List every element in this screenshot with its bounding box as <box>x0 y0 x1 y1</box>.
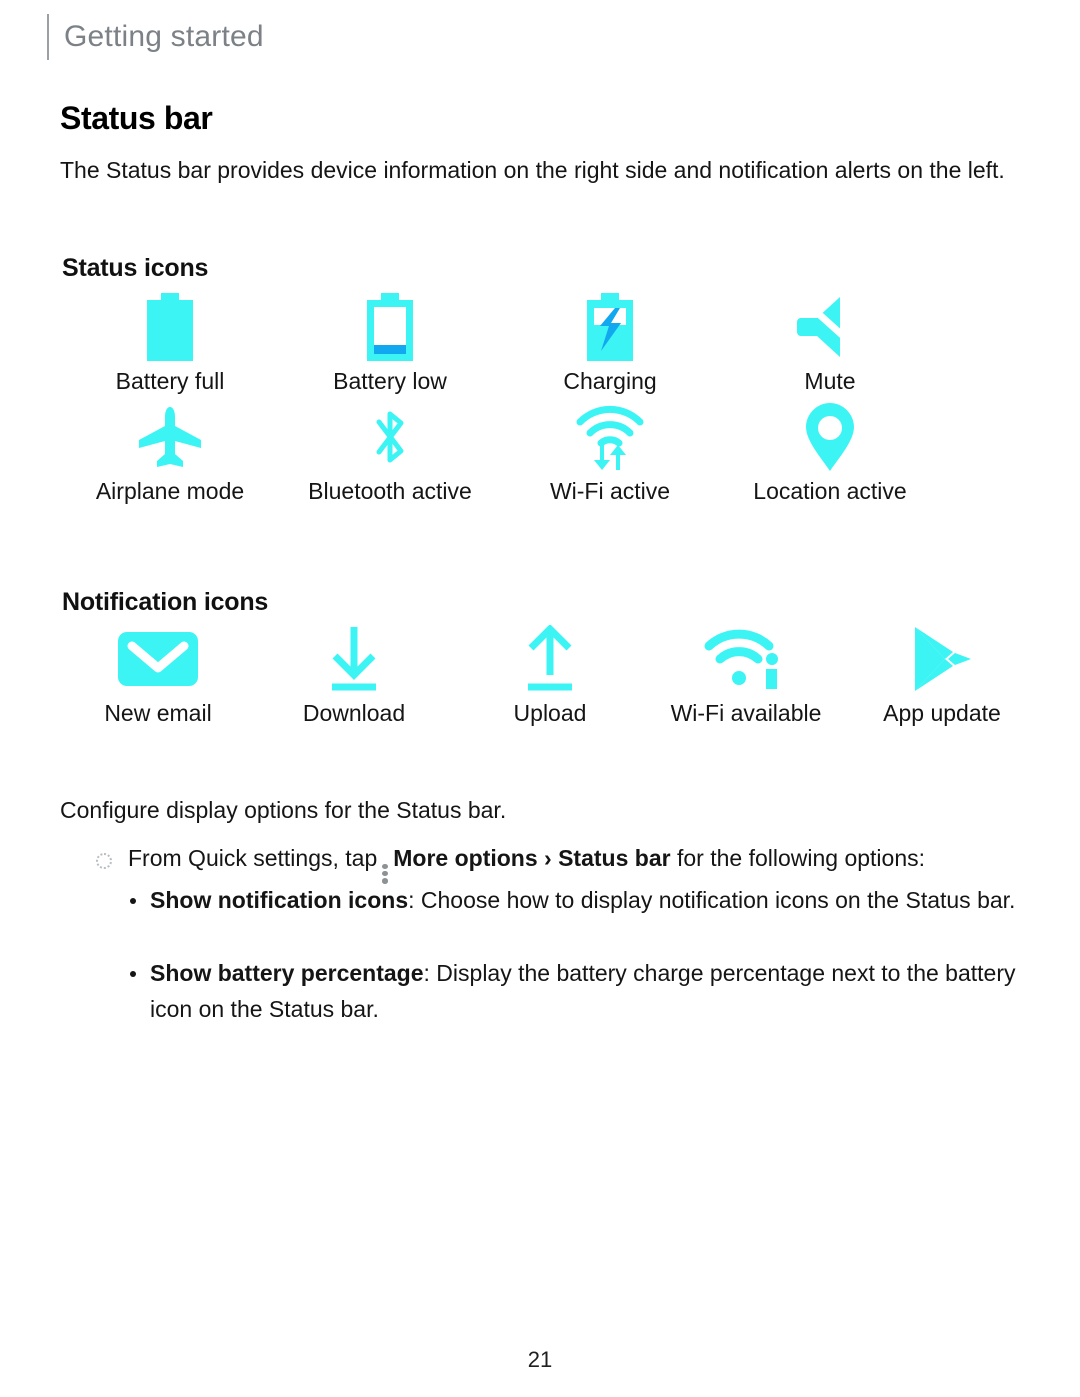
new-email-icon <box>116 622 200 696</box>
status-icon-item-charging: Charging <box>500 290 720 396</box>
notification-icon-item-upload: Upload <box>452 622 648 728</box>
running-header: Getting started <box>47 14 264 60</box>
location-icon <box>802 400 858 474</box>
quick-settings-lead: From Quick settings, tap <box>128 845 378 871</box>
notification-icon-item-wifi-available: Wi-Fi available <box>648 622 844 728</box>
option-term: Show notification icons <box>150 887 409 913</box>
notification-icon-label: Upload <box>513 700 587 726</box>
hollow-bullet-marker <box>96 853 112 869</box>
status-icon-item-battery-full: Battery full <box>60 290 280 396</box>
page-number: 21 <box>527 1347 553 1372</box>
notification-icon-label: Download <box>302 700 406 726</box>
status-icon-label: Wi-Fi active <box>549 478 671 504</box>
download-icon <box>322 622 386 696</box>
status-icon-label: Mute <box>804 368 856 394</box>
status-icon-item-wifi-active: Wi-Fi active <box>500 400 720 506</box>
quick-settings-text: From Quick settings, tap More options › S… <box>128 840 1041 885</box>
notification-icon-label: Wi-Fi available <box>670 700 822 726</box>
configure-paragraph: Configure display options for the Status… <box>60 797 507 823</box>
status-icon-item-battery-low: Battery low <box>280 290 500 396</box>
more-options-label: More options <box>393 845 538 871</box>
status-icon-item-mute: Mute <box>720 290 940 396</box>
status-icons-heading: Status icons <box>62 254 209 282</box>
option-text: Show battery percentage: Display the bat… <box>150 955 1040 1027</box>
wifi-active-icon <box>574 400 646 474</box>
status-icon-label: Airplane mode <box>95 478 245 504</box>
battery-low-icon <box>359 290 421 364</box>
option-description: : Choose how to display notification ico… <box>408 887 1016 913</box>
status-icon-label: Battery full <box>115 368 225 394</box>
header-title: Getting started <box>64 20 264 53</box>
list-item-show-notification-icons: Show notification icons: Choose how to d… <box>130 882 1040 918</box>
status-icon-label: Battery low <box>333 368 447 394</box>
notification-icon-item-download: Download <box>256 622 452 728</box>
intro-paragraph: The Status bar provides device informati… <box>60 157 1005 183</box>
notification-icons-grid: New email Download Upload Wi-Fi availabl… <box>60 622 1040 728</box>
notification-icon-item-new-email: New email <box>60 622 256 728</box>
header-divider-rule <box>47 14 49 60</box>
battery-full-icon <box>139 290 201 364</box>
notification-icons-heading: Notification icons <box>62 588 269 616</box>
app-update-icon <box>907 622 977 696</box>
airplane-mode-icon <box>135 400 205 474</box>
status-icons-grid: Battery full Battery low Charging Mute A… <box>60 290 940 506</box>
status-icon-label: Bluetooth active <box>308 478 472 504</box>
options-list: Show notification icons: Choose how to d… <box>130 882 1040 1064</box>
status-icon-item-airplane-mode: Airplane mode <box>60 400 280 506</box>
dot-bullet-marker <box>130 971 136 977</box>
status-icon-item-location: Location active <box>720 400 940 506</box>
status-icon-label: Charging <box>563 368 657 394</box>
option-term: Show battery percentage <box>150 960 424 986</box>
status-icon-label: Location active <box>753 478 907 504</box>
bluetooth-icon <box>363 400 417 474</box>
page-title: Status bar <box>60 100 213 136</box>
notification-icon-label: New email <box>104 700 212 726</box>
notification-icon-label: App update <box>883 700 1001 726</box>
quick-settings-instruction: From Quick settings, tap More options › S… <box>96 840 1041 885</box>
charging-icon <box>579 290 641 364</box>
quick-settings-trailing: for the following options: <box>676 845 926 871</box>
list-item-show-battery-percentage: Show battery percentage: Display the bat… <box>130 955 1040 1027</box>
upload-icon <box>518 622 582 696</box>
mute-icon <box>795 290 865 364</box>
dot-bullet-marker <box>130 898 136 904</box>
option-text: Show notification icons: Choose how to d… <box>150 882 1040 918</box>
status-bar-target-label: Status bar <box>558 845 671 871</box>
breadcrumb-separator: › <box>544 845 552 871</box>
notification-icon-item-app-update: App update <box>844 622 1040 728</box>
status-icon-item-bluetooth: Bluetooth active <box>280 400 500 506</box>
wifi-available-icon <box>704 622 788 696</box>
